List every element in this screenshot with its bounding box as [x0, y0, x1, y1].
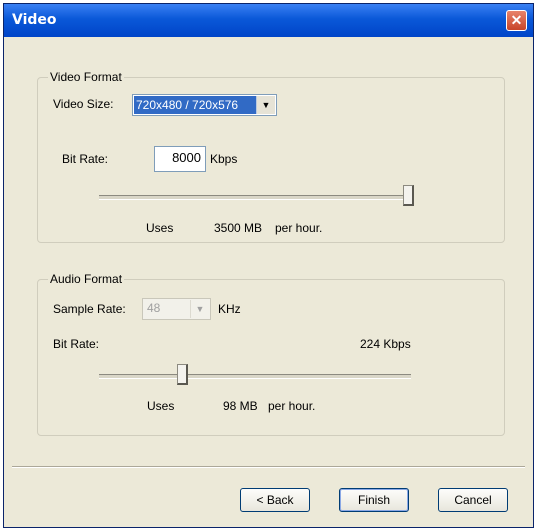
footer-separator	[12, 466, 525, 468]
sample-rate-dropdown[interactable]: 48 ▼	[142, 298, 211, 320]
audio-bit-rate-label: Bit Rate:	[53, 337, 100, 351]
video-bit-rate-input[interactable]: 8000	[154, 146, 206, 172]
sample-rate-value: 48	[147, 301, 161, 315]
chevron-down-icon[interactable]: ▼	[190, 300, 209, 318]
window-title: Video	[12, 12, 57, 28]
video-per-hour: per hour.	[275, 221, 323, 235]
audio-bit-rate-display: 224 Kbps	[360, 337, 411, 351]
cancel-button[interactable]: Cancel	[438, 488, 508, 512]
video-size-label: Video Size:	[53, 97, 114, 111]
audio-bit-rate-track[interactable]	[99, 374, 411, 379]
close-icon: ✕	[510, 12, 523, 28]
audio-format-title: Audio Format	[48, 272, 125, 286]
finish-button[interactable]: Finish	[339, 488, 409, 512]
video-format-title: Video Format	[48, 70, 124, 84]
video-uses-label: Uses	[146, 221, 174, 235]
video-bit-rate-track[interactable]	[99, 195, 414, 200]
video-uses-value: 3500 MB	[214, 221, 263, 235]
video-bit-rate-label: Bit Rate:	[62, 152, 109, 166]
audio-uses-label: Uses	[147, 399, 175, 413]
title-bar[interactable]: Video ✕	[4, 4, 533, 37]
video-dialog: Video ✕ Video Format Video Size: 720x480…	[3, 3, 534, 528]
close-button[interactable]: ✕	[506, 10, 527, 31]
sample-rate-unit: KHz	[218, 302, 241, 316]
sample-rate-label: Sample Rate:	[53, 302, 126, 316]
back-button[interactable]: < Back	[240, 488, 310, 512]
audio-uses-value: 98 MB	[223, 399, 258, 413]
video-bit-rate-unit: Kbps	[210, 152, 238, 166]
video-size-value: 720x480 / 720x576	[134, 96, 256, 114]
audio-bit-rate-slider-thumb[interactable]	[177, 364, 189, 385]
video-bit-rate-slider-thumb[interactable]	[403, 185, 414, 206]
chevron-down-icon[interactable]: ▼	[256, 96, 275, 114]
audio-per-hour: per hour.	[268, 399, 316, 413]
video-size-dropdown[interactable]: 720x480 / 720x576 ▼	[132, 94, 277, 116]
